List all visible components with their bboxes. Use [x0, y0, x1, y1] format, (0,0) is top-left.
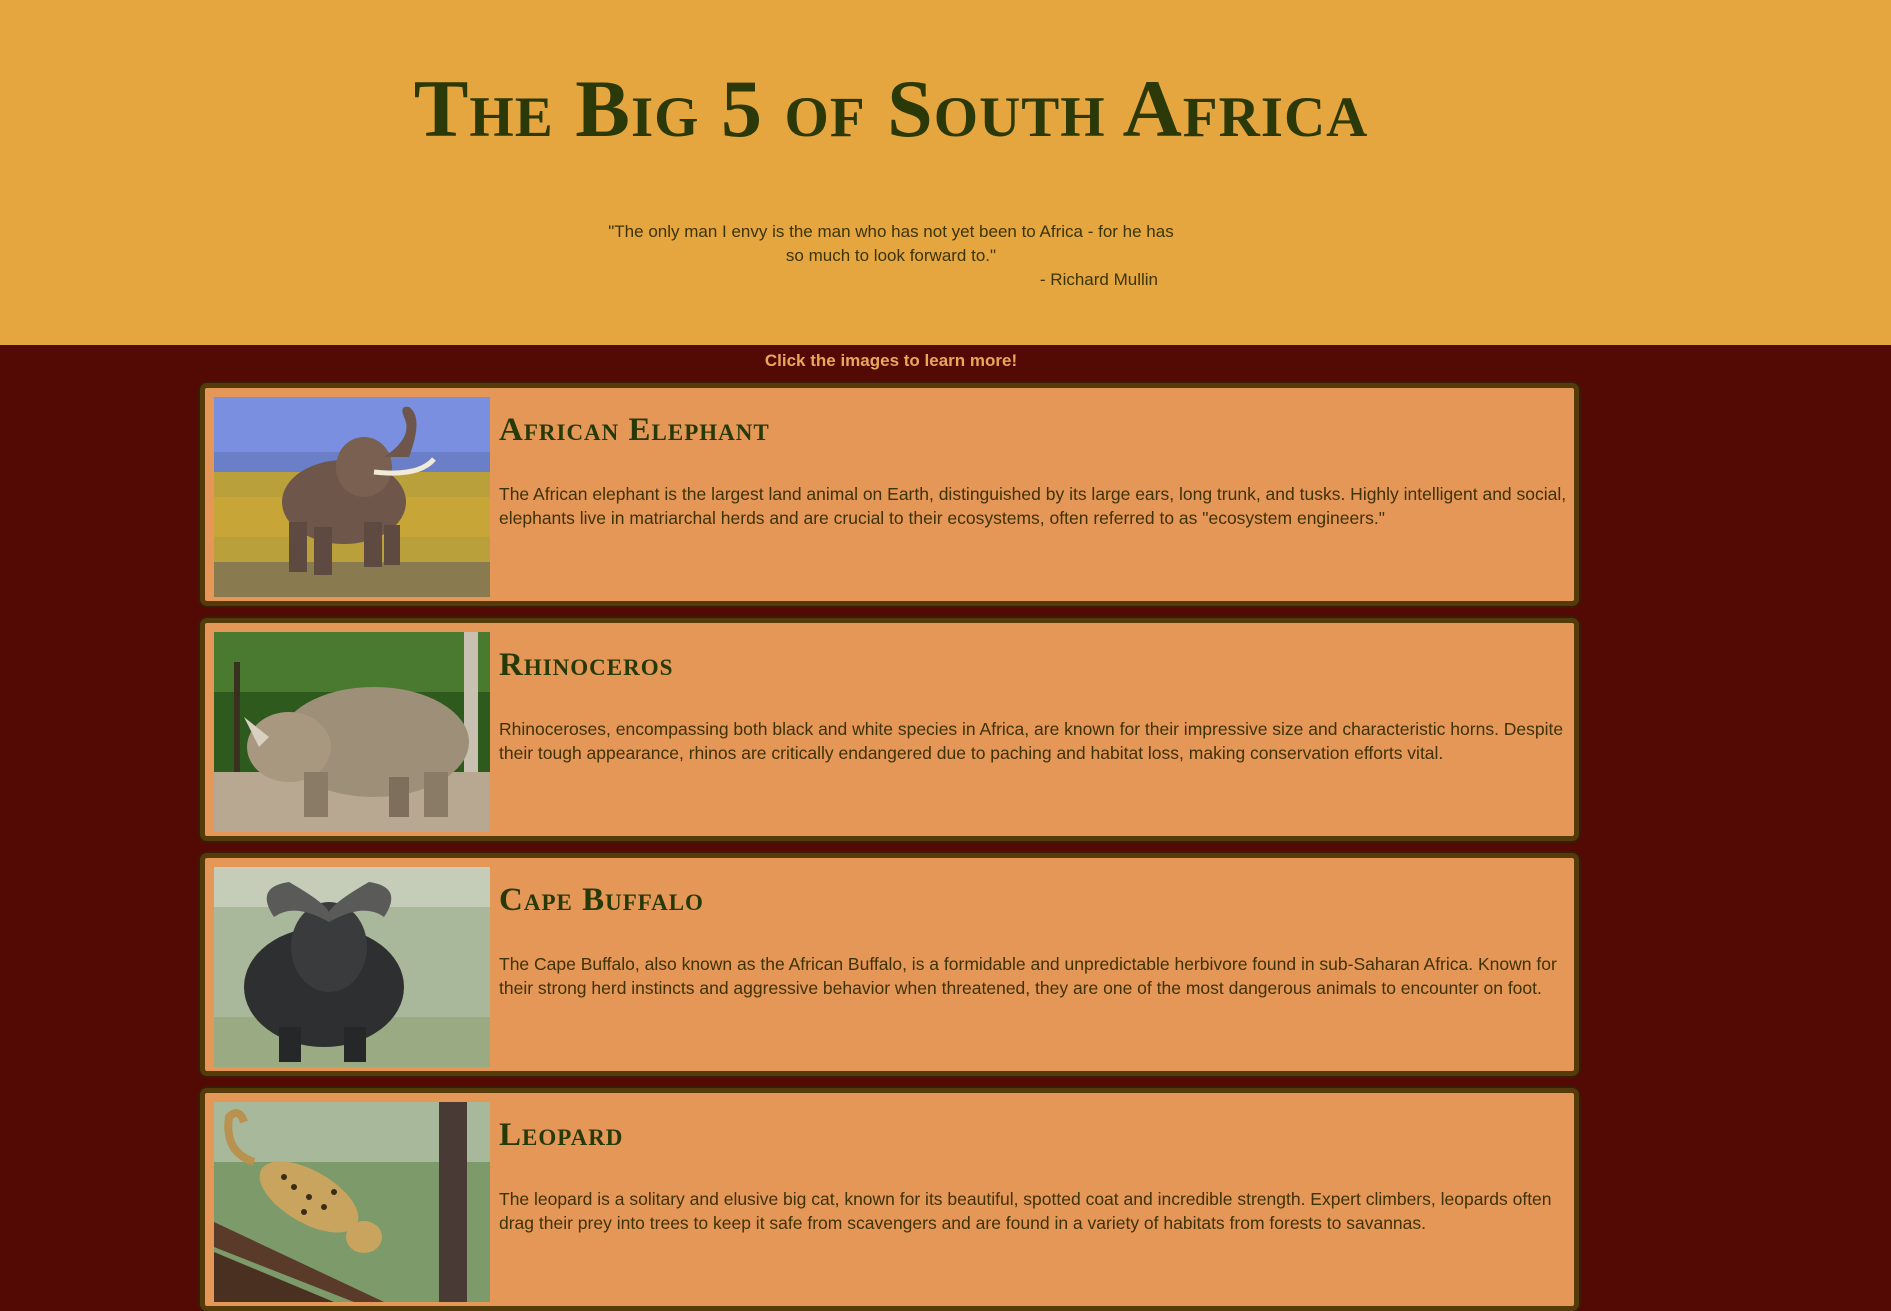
animal-name: Leopard	[499, 1117, 624, 1153]
cape-buffalo-image[interactable]	[214, 867, 490, 1067]
animal-description: Rhinoceroses, encompassing both black an…	[499, 719, 1564, 763]
page-title: The Big 5 of South Africa	[413, 63, 1369, 154]
animal-name: African Elephant	[499, 412, 770, 448]
animal-description: The African elephant is the largest land…	[499, 484, 1567, 528]
animal-card-cape-buffalo: Cape Buffalo The Cape Buffalo, also know…	[200, 853, 1579, 1076]
animal-description: The leopard is a solitary and elusive bi…	[499, 1189, 1552, 1233]
elephant-photo	[214, 397, 490, 597]
cape-buffalo-photo	[214, 867, 490, 1067]
animal-card-rhinoceros: Rhinoceros Rhinoceroses, encompassing bo…	[200, 618, 1579, 841]
animal-name: Rhinoceros	[499, 647, 674, 683]
quote-text: "The only man I envy is the man who has …	[608, 222, 1174, 265]
page-header: The Big 5 of South Africa "The only man …	[0, 0, 1891, 345]
instruction-text: Click the images to learn more!	[764, 351, 1018, 370]
animal-name: Cape Buffalo	[499, 882, 704, 918]
animal-description: The Cape Buffalo, also known as the Afri…	[499, 954, 1557, 998]
rhinoceros-photo	[214, 632, 490, 832]
elephant-image[interactable]	[214, 397, 490, 597]
rhinoceros-image[interactable]	[214, 632, 490, 832]
leopard-image[interactable]	[214, 1102, 490, 1302]
quote-attribution: - Richard Mullin	[1039, 270, 1158, 289]
animal-card-leopard: Leopard The leopard is a solitary and el…	[200, 1088, 1579, 1311]
leopard-photo	[214, 1102, 490, 1302]
animal-card-elephant: African Elephant The African elephant is…	[200, 383, 1579, 606]
